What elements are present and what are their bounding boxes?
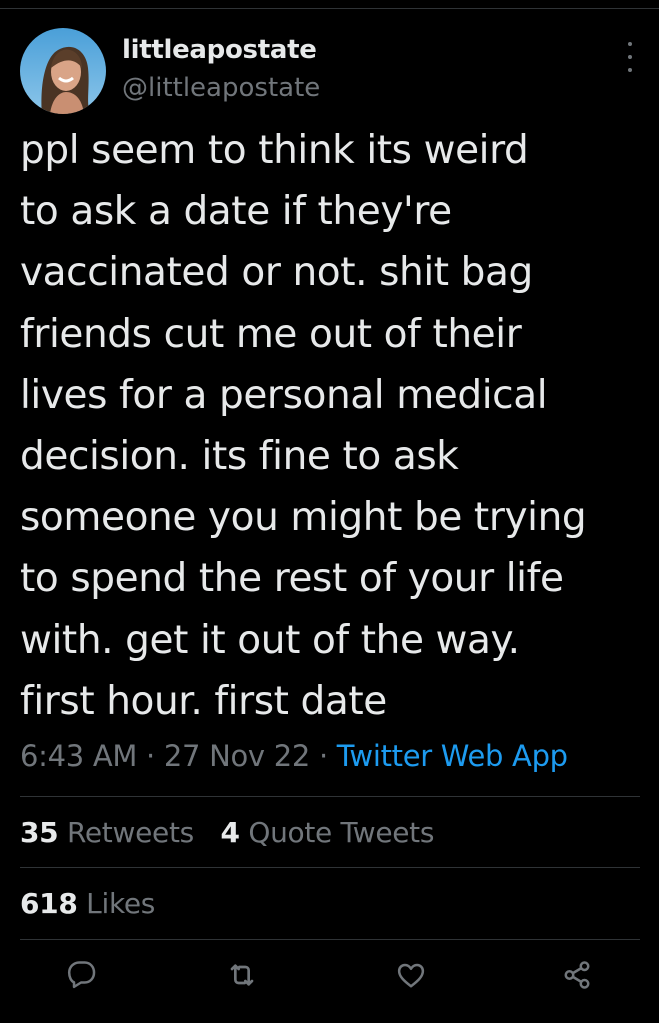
meta-separator: · [318, 739, 328, 773]
like-stats: 618 Likes [20, 884, 173, 924]
retweets-label: Retweets [66, 816, 194, 849]
divider [20, 867, 640, 868]
tweet-text: ppl seem to think its weird to ask a dat… [20, 128, 587, 724]
tweet-source-link[interactable]: Twitter Web App [337, 739, 568, 773]
likes-stat[interactable]: 618 Likes [20, 884, 155, 924]
tweet-header: littleapostate @littleapostate [20, 28, 640, 118]
retweet-icon [230, 964, 254, 986]
likes-count: 618 [20, 887, 78, 920]
avatar[interactable] [20, 28, 106, 114]
tweet-time[interactable]: 6:43 AM [20, 739, 137, 773]
divider [20, 796, 640, 797]
share-icon [564, 961, 590, 989]
tweet-date[interactable]: 27 Nov 22 [164, 739, 310, 773]
quote-tweets-count: 4 [220, 816, 240, 849]
more-vertical-icon[interactable] [620, 42, 640, 72]
quote-tweets-stat[interactable]: 4 Quote Tweets [221, 813, 435, 853]
like-button[interactable] [391, 955, 431, 995]
divider [20, 939, 640, 940]
retweets-count: 35 [20, 816, 59, 849]
heart-icon [397, 963, 425, 988]
top-divider [0, 8, 659, 9]
likes-label: Likes [86, 887, 156, 920]
display-name[interactable]: littleapostate [122, 32, 320, 68]
tweet-meta: 6:43 AM · 27 Nov 22 · Twitter Web App [20, 736, 568, 776]
reply-button[interactable] [62, 955, 102, 995]
retweet-button[interactable] [222, 955, 262, 995]
quote-tweets-label: Quote Tweets [248, 816, 435, 849]
share-button[interactable] [557, 955, 597, 995]
user-handle[interactable]: @littleapostate [122, 70, 320, 106]
retweet-stats: 35 Retweets 4 Quote Tweets [20, 813, 452, 853]
reply-icon [67, 961, 96, 989]
meta-separator: · [146, 739, 155, 773]
action-bar [0, 955, 659, 1001]
retweets-stat[interactable]: 35 Retweets [20, 813, 194, 853]
